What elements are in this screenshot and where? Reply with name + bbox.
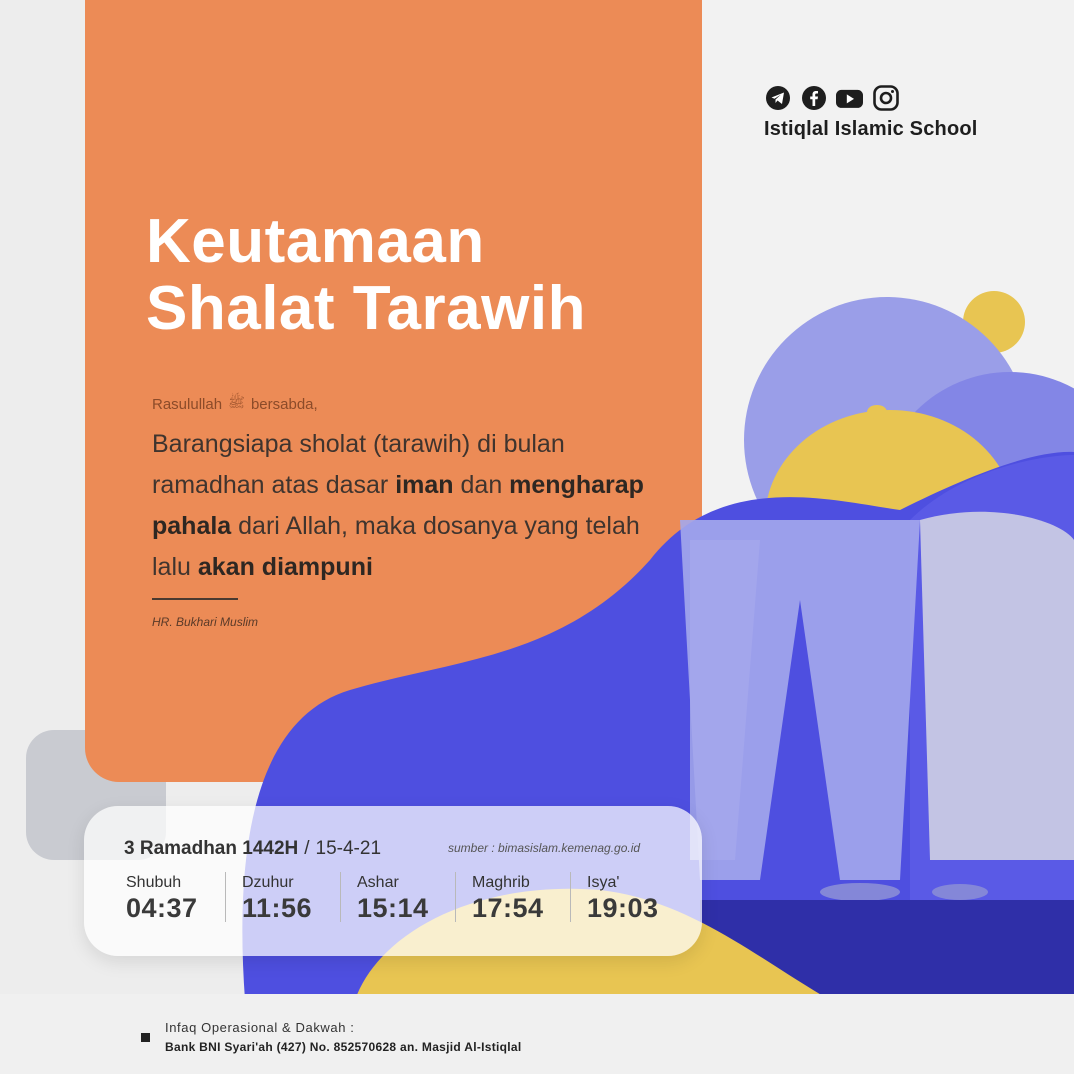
footer-bank-account: Bank BNI Syari'ah (427) No. 852570628 an… [165, 1040, 522, 1054]
prayer-slot-isya: Isya' 19:03 [570, 872, 685, 922]
youtube-icon[interactable] [836, 84, 863, 111]
hadith-intro: Rasulullah ﷺ bersabda, [152, 394, 318, 414]
footer-bullet [141, 1033, 150, 1042]
prayer-times: Shubuh 04:37 Dzuhur 11:56 Ashar 15:14 Ma… [110, 872, 685, 922]
divider-line [152, 598, 238, 600]
brand-name: Istiqlal Islamic School [764, 118, 978, 140]
headline-line1: Keutamaan [146, 207, 485, 276]
facebook-icon[interactable] [800, 84, 827, 111]
schedule-date: 3 Ramadhan 1442H / 15-4-21 [124, 838, 381, 860]
footer [0, 994, 1074, 1074]
quote-bold-diampuni: akan diampuni [197, 553, 373, 581]
instagram-icon[interactable] [872, 84, 899, 111]
intro-after: bersabda, [250, 395, 318, 413]
prayer-time: 04:37 [126, 893, 198, 923]
yellow-mound-knob [867, 405, 887, 419]
date-separator: / [304, 838, 310, 859]
headline-line2: Shalat Tarawih [146, 274, 586, 343]
honorific-glyph: ﷺ [228, 394, 245, 410]
schedule-source-note: sumber : bimasislam.kemenag.go.id [448, 841, 641, 855]
prayer-name: Isya' [587, 874, 620, 891]
foot-right [932, 884, 988, 900]
prayer-name: Dzuhur [242, 874, 294, 891]
prayer-time: 11:56 [242, 893, 313, 923]
prayer-time: 17:54 [472, 893, 544, 923]
telegram-icon[interactable] [764, 84, 791, 111]
hijri-date: 3 Ramadhan 1442H [124, 838, 299, 859]
intro-before: Rasulullah [152, 395, 223, 413]
quote-bold-iman: iman [395, 471, 454, 499]
footer-infaq-label: Infaq Operasional & Dakwah : [165, 1020, 355, 1035]
prayer-slot-maghrib: Maghrib 17:54 [455, 872, 570, 922]
headline: Keutamaan Shalat Tarawih [146, 208, 586, 342]
prayer-slot-dzuhur: Dzuhur 11:56 [225, 872, 340, 922]
prayer-name: Maghrib [472, 874, 530, 891]
prayer-name: Shubuh [126, 874, 182, 891]
prayer-name: Ashar [357, 874, 399, 891]
social-icons [764, 84, 899, 111]
foot-left [820, 883, 900, 901]
hadith-source: HR. Bukhari Muslim [152, 615, 259, 629]
hadith-quote: Barangsiapa sholat (tarawih) di bulan ra… [152, 424, 672, 588]
prayer-slot-shubuh: Shubuh 04:37 [110, 872, 225, 922]
figure-right-robe [920, 511, 1074, 860]
gregorian-date: 15-4-21 [315, 838, 382, 859]
prayer-slot-ashar: Ashar 15:14 [340, 872, 455, 922]
prayer-time: 19:03 [587, 893, 659, 923]
prayer-time: 15:14 [357, 893, 429, 923]
quote-part: dan [453, 471, 510, 499]
